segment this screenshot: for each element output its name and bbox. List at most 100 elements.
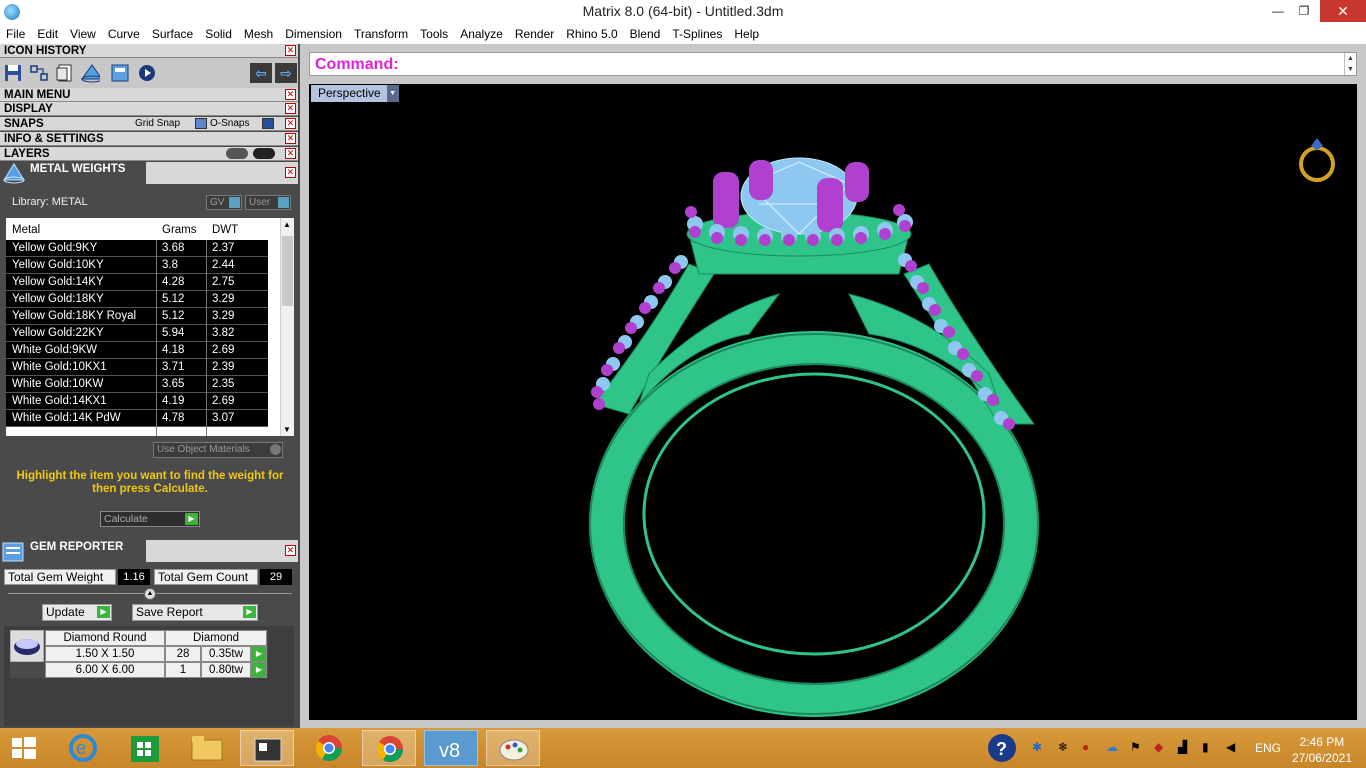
menu-file[interactable]: File [6, 27, 25, 41]
menu-dimension[interactable]: Dimension [285, 27, 342, 41]
metal-row[interactable]: Yellow Gold:14KY 4.28 2.75 [6, 274, 268, 291]
ring-model[interactable] [309, 84, 1357, 720]
grid-snap-toggle[interactable] [195, 118, 207, 129]
paint-icon[interactable] [486, 730, 540, 766]
close-icon[interactable]: ✕ [285, 167, 296, 178]
info-settings-header[interactable]: INFO & SETTINGS ✕ [0, 132, 298, 146]
command-history-spinner[interactable]: ▲ ▼ [1344, 53, 1356, 75]
close-button[interactable]: ✕ [1320, 0, 1366, 22]
bluetooth-icon[interactable]: ✱ [1032, 740, 1042, 754]
cloud-icon[interactable]: ☁ [1106, 740, 1118, 754]
start-icon[interactable] [4, 730, 58, 766]
metal-row[interactable]: White Gold:10KX1 3.71 2.39 [6, 359, 268, 376]
history-back-button[interactable]: ⇦ [250, 63, 272, 83]
scroll-down-icon[interactable]: ▼ [283, 425, 291, 434]
layer-visibility-icon[interactable] [226, 148, 248, 159]
layers-header[interactable]: LAYERS ✕ [0, 147, 298, 161]
menu-help[interactable]: Help [734, 27, 759, 41]
menu-mesh[interactable]: Mesh [244, 27, 273, 41]
menu-rhino[interactable]: Rhino 5.0 [566, 27, 617, 41]
calculator-icon[interactable] [110, 63, 130, 83]
close-icon[interactable]: ✕ [285, 545, 296, 556]
volume-icon[interactable]: ◀ [1226, 740, 1235, 754]
menu-view[interactable]: View [70, 27, 96, 41]
close-icon[interactable]: ✕ [285, 103, 296, 114]
minimize-button[interactable]: — [1264, 0, 1292, 22]
perspective-viewport[interactable]: Perspective ▼ [309, 84, 1357, 720]
menu-solid[interactable]: Solid [205, 27, 232, 41]
beats-icon[interactable]: ● [1082, 740, 1089, 754]
metal-column-header[interactable]: Metal [12, 218, 40, 240]
command-bar[interactable]: Command: ▲ ▼ [309, 52, 1357, 76]
osnaps-label[interactable]: O-Snaps [210, 117, 249, 131]
select-gem-button[interactable]: ▶ [251, 646, 267, 662]
viewport-tab[interactable]: Perspective ▼ [311, 85, 399, 102]
flag-icon[interactable]: ⚑ [1130, 740, 1141, 754]
save-report-button[interactable]: Save Report ▶ [132, 604, 258, 621]
help-icon[interactable]: ? [986, 732, 1018, 764]
scroll-up-icon[interactable]: ▲ [283, 220, 291, 229]
icon-history-header[interactable]: ICON HISTORY ✕ [0, 44, 298, 58]
save-icon[interactable] [3, 63, 23, 83]
menu-render[interactable]: Render [515, 27, 554, 41]
vector-app-icon[interactable]: v8 [424, 730, 478, 766]
metal-row[interactable]: Yellow Gold:10KY 3.8 2.44 [6, 257, 268, 274]
metal-row[interactable]: Yellow Gold:18KY 5.12 3.29 [6, 291, 268, 308]
display-header[interactable]: DISPLAY ✕ [0, 102, 298, 116]
maximize-button[interactable]: ❐ [1290, 0, 1318, 22]
chrome-icon[interactable] [302, 730, 356, 766]
metal-row[interactable]: White Gold:14K PdW 4.78 3.07 [6, 410, 268, 427]
shield-icon[interactable]: ◆ [1154, 740, 1163, 754]
user-toggle[interactable]: User [245, 195, 291, 210]
gem-cone-icon[interactable] [80, 63, 100, 83]
scroll-thumb[interactable] [282, 236, 293, 306]
internet-explorer-icon[interactable]: e [56, 730, 110, 766]
osnaps-toggle[interactable] [262, 118, 274, 129]
main-menu-header[interactable]: MAIN MENU ✕ [0, 88, 298, 102]
metal-row[interactable]: White Gold:14KX1 4.19 2.69 [6, 393, 268, 410]
calculate-button[interactable]: Calculate ▶ [100, 511, 200, 527]
transform-icon[interactable] [28, 63, 48, 83]
chevron-down-icon[interactable]: ▼ [386, 85, 399, 102]
metal-row[interactable]: Yellow Gold:22KY 5.94 3.82 [6, 325, 268, 342]
system-clock[interactable]: 2:46 PM 27/06/2021 [1292, 734, 1352, 766]
close-icon[interactable]: ✕ [285, 118, 296, 129]
collapse-handle-icon[interactable]: ▲ [144, 588, 156, 600]
metal-row[interactable]: White Gold:10KW 3.65 2.35 [6, 376, 268, 393]
language-indicator[interactable]: ENG [1255, 741, 1281, 755]
battery-icon[interactable]: ▮ [1202, 740, 1209, 754]
store-icon[interactable] [118, 730, 172, 766]
history-forward-button[interactable]: ⇨ [275, 63, 297, 83]
select-gem-button[interactable]: ▶ [251, 662, 267, 678]
signal-icon[interactable]: ▟ [1178, 740, 1187, 754]
close-icon[interactable]: ✕ [285, 148, 296, 159]
menu-surface[interactable]: Surface [152, 27, 193, 41]
metal-row[interactable]: Yellow Gold:18KY Royal 5.12 3.29 [6, 308, 268, 325]
matrix-app-icon[interactable] [240, 730, 294, 766]
close-icon[interactable]: ✕ [285, 133, 296, 144]
document-icon[interactable] [55, 63, 75, 83]
gv-toggle[interactable]: GV [206, 195, 242, 210]
chrome-icon-2[interactable] [362, 730, 416, 766]
metal-row[interactable]: White Gold:9KW 4.18 2.69 [6, 342, 268, 359]
network-icon[interactable]: ❄ [1058, 740, 1068, 754]
snaps-header[interactable]: SNAPS Grid Snap O-Snaps ✕ [0, 117, 298, 131]
metal-row[interactable]: Yellow Gold:9KY 3.68 2.37 [6, 240, 268, 257]
use-object-materials-toggle[interactable]: Use Object Materials [153, 442, 283, 458]
menu-transform[interactable]: Transform [354, 27, 408, 41]
close-icon[interactable]: ✕ [285, 89, 296, 100]
menu-curve[interactable]: Curve [108, 27, 140, 41]
menu-analyze[interactable]: Analyze [460, 27, 503, 41]
record-icon[interactable] [137, 63, 157, 83]
file-explorer-icon[interactable] [180, 730, 234, 766]
grid-snap-label[interactable]: Grid Snap [135, 117, 180, 131]
grams-column-header[interactable]: Grams [162, 218, 197, 240]
close-icon[interactable]: ✕ [285, 45, 296, 56]
eye-icon[interactable] [253, 148, 275, 159]
menu-blend[interactable]: Blend [630, 27, 661, 41]
dwt-column-header[interactable]: DWT [212, 218, 238, 240]
menu-tsplines[interactable]: T-Splines [672, 27, 722, 41]
metal-table-scrollbar[interactable]: ▲ ▼ [280, 218, 294, 436]
ring-navigator-icon[interactable] [1299, 138, 1335, 182]
menu-tools[interactable]: Tools [420, 27, 448, 41]
